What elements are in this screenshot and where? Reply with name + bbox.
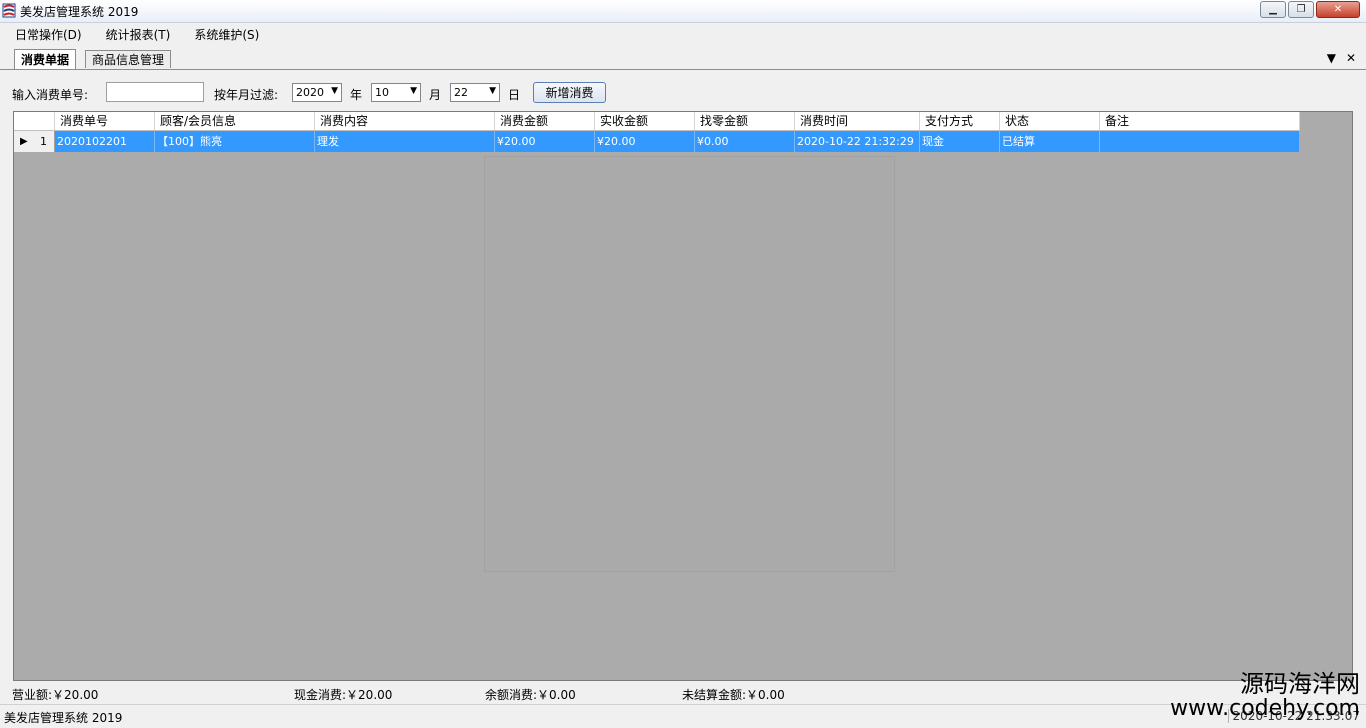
cell-remark[interactable]: [1100, 131, 1300, 152]
ghost-panel: [484, 156, 895, 572]
order-number-input[interactable]: [106, 82, 204, 102]
menu-bar: 日常操作(D) 统计报表(T) 系统维护(S): [0, 23, 1366, 45]
column-header[interactable]: 备注: [1100, 112, 1300, 130]
row-header[interactable]: ▶ 1: [14, 131, 55, 152]
add-consumption-button[interactable]: 新增消费: [533, 82, 606, 103]
tab-dropdown-icon[interactable]: ▼: [1327, 51, 1336, 65]
column-header[interactable]: 状态: [1000, 112, 1100, 130]
chevron-down-icon: ▼: [489, 86, 496, 96]
menu-reports[interactable]: 统计报表(T): [97, 26, 180, 43]
cell-payment-method[interactable]: 现金: [920, 131, 1000, 152]
column-header[interactable]: 顾客/会员信息: [155, 112, 315, 130]
tab-product-management[interactable]: 商品信息管理: [85, 50, 172, 68]
minimize-icon: ▁: [1269, 4, 1277, 15]
watermark-line1: 源码海洋网: [1240, 670, 1360, 698]
cell-time[interactable]: 2020-10-22 21:32:29: [795, 131, 920, 152]
balance-total: 余额消费:￥0.00: [485, 688, 576, 702]
column-header[interactable]: 实收金额: [595, 112, 695, 130]
day-value: 22: [454, 86, 468, 99]
row-pointer-icon: ▶: [20, 136, 28, 147]
cell-order-number[interactable]: 2020102201: [55, 131, 155, 152]
tab-label: 消费单据: [21, 53, 70, 67]
column-header[interactable]: 找零金额: [695, 112, 795, 130]
cell-content[interactable]: 理发: [315, 131, 495, 152]
watermark-line2: www.codehy.com: [1170, 696, 1360, 722]
status-app-name: 美发店管理系统 2019: [4, 711, 123, 725]
tab-label: 商品信息管理: [92, 53, 165, 67]
cell-change[interactable]: ¥0.00: [695, 131, 795, 152]
chevron-down-icon: ▼: [331, 86, 338, 96]
month-unit: 月: [429, 88, 442, 102]
close-icon: ✕: [1333, 4, 1343, 15]
menu-daily-operations[interactable]: 日常操作(D): [6, 26, 91, 43]
year-select[interactable]: 2020 ▼: [292, 83, 342, 102]
filter-toolbar: 输入消费单号: 按年月过滤: 2020 ▼ 年 10 ▼ 月 22 ▼ 日 新增…: [0, 80, 1366, 106]
tab-consumption-orders[interactable]: 消费单据: [14, 49, 77, 69]
cell-amount[interactable]: ¥20.00: [495, 131, 595, 152]
cell-received[interactable]: ¥20.00: [595, 131, 695, 152]
consumption-grid[interactable]: 消费单号 顾客/会员信息 消费内容 消费金额 实收金额 找零金额 消费时间 支付…: [13, 111, 1353, 681]
restore-icon: ❐: [1296, 4, 1306, 15]
date-filter-label: 按年月过滤:: [214, 88, 279, 102]
grid-header: 消费单号 顾客/会员信息 消费内容 消费金额 实收金额 找零金额 消费时间 支付…: [14, 112, 1300, 131]
column-header[interactable]: 消费金额: [495, 112, 595, 130]
restore-button[interactable]: ❐: [1288, 1, 1314, 18]
unsettled-total: 未结算金额:￥0.00: [682, 688, 785, 702]
cell-customer[interactable]: 【100】熊亮: [155, 131, 315, 152]
month-value: 10: [375, 86, 389, 99]
status-bar: 美发店管理系统 2019 2020-10-22 21:33:07: [0, 704, 1366, 728]
column-header[interactable]: 支付方式: [920, 112, 1000, 130]
watermark: 源码海洋网 www.codehy.com: [1170, 670, 1360, 722]
cell-status[interactable]: 已结算: [1000, 131, 1100, 152]
day-unit: 日: [508, 88, 521, 102]
month-select[interactable]: 10 ▼: [371, 83, 421, 102]
tab-strip: 消费单据 商品信息管理 ▼ ✕: [0, 47, 1366, 70]
revenue-total: 营业额:￥20.00: [12, 688, 99, 702]
cash-total: 现金消费:￥20.00: [294, 688, 393, 702]
table-row[interactable]: ▶ 1 2020102201 【100】熊亮 理发 ¥20.00 ¥20.00 …: [14, 131, 1300, 152]
column-header[interactable]: 消费单号: [55, 112, 155, 130]
window-title: 美发店管理系统 2019: [20, 5, 139, 19]
column-header[interactable]: 消费内容: [315, 112, 495, 130]
title-bar: 美发店管理系统 2019 ▁ ❐ ✕: [0, 0, 1366, 23]
app-logo-icon: [2, 3, 16, 18]
summary-bar: 营业额:￥20.00 现金消费:￥20.00 余额消费:￥0.00 未结算金额:…: [0, 686, 1366, 702]
year-value: 2020: [296, 86, 324, 99]
close-window-button[interactable]: ✕: [1316, 1, 1360, 18]
window-controls: ▁ ❐ ✕: [1260, 1, 1360, 18]
column-header[interactable]: 消费时间: [795, 112, 920, 130]
menu-system-maintenance[interactable]: 系统维护(S): [185, 26, 268, 43]
day-select[interactable]: 22 ▼: [450, 83, 500, 102]
row-header-corner: [14, 112, 55, 130]
order-number-label: 输入消费单号:: [12, 88, 89, 102]
chevron-down-icon: ▼: [410, 86, 417, 96]
minimize-button[interactable]: ▁: [1260, 1, 1286, 18]
year-unit: 年: [350, 88, 363, 102]
tab-close-icon[interactable]: ✕: [1346, 51, 1356, 65]
row-index: 1: [40, 135, 47, 148]
tab-controls: ▼ ✕: [1327, 51, 1356, 65]
